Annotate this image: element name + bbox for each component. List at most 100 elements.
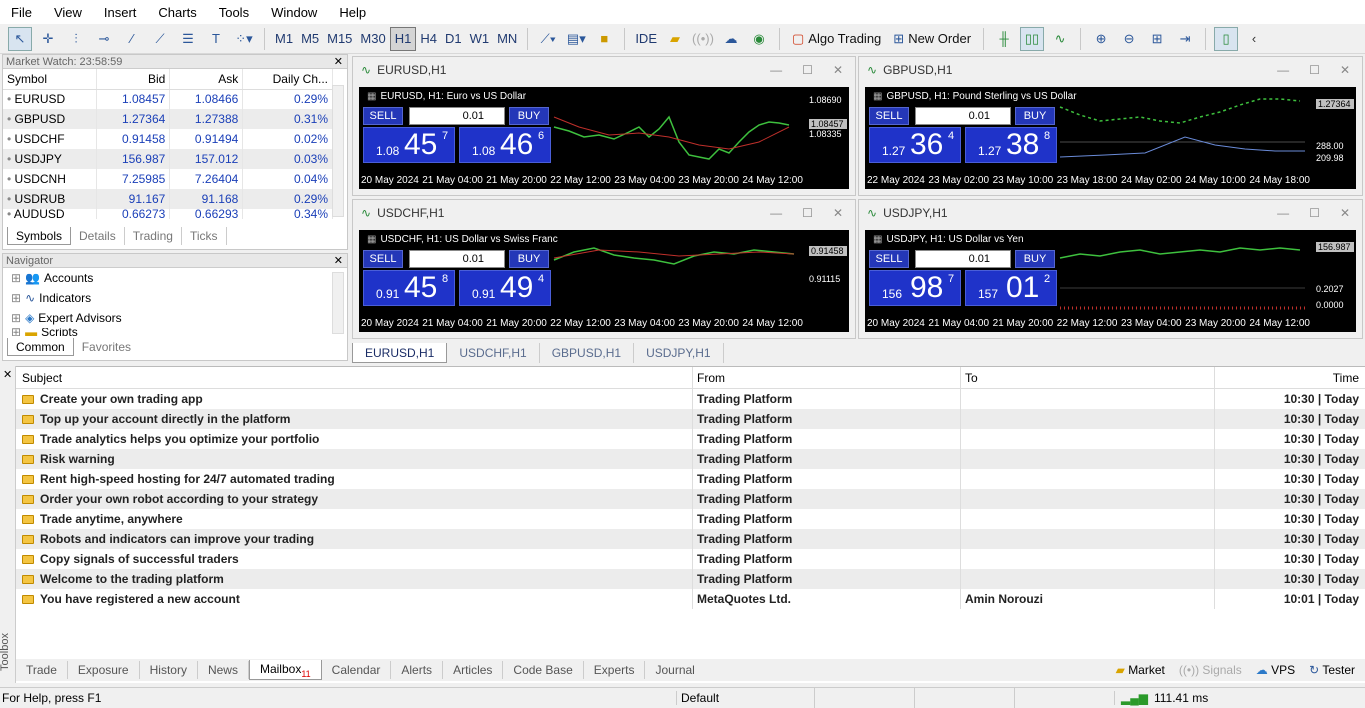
nav-expert-advisors[interactable]: ⊞ ◈ Expert Advisors — [3, 308, 347, 328]
col-to[interactable]: To — [960, 367, 1214, 388]
table-row[interactable]: • USDCHF 0.91458 0.91494 0.02% — [3, 129, 333, 149]
chart-shift-icon[interactable]: ⇥ — [1173, 27, 1197, 51]
tf-h4[interactable]: H4 — [416, 27, 441, 51]
minimize-icon[interactable]: — — [1277, 206, 1289, 220]
maximize-icon[interactable]: ☐ — [802, 63, 813, 77]
vps-icon[interactable]: ◉ — [747, 27, 771, 51]
table-row[interactable]: • USDJPY 156.987 157.012 0.03% — [3, 149, 333, 169]
line-chart-icon[interactable]: ∿ — [1048, 27, 1072, 51]
templates-icon[interactable]: ■ — [592, 27, 616, 51]
ask-price-box[interactable]: 1.08 46 6 — [459, 127, 551, 163]
tab-journal[interactable]: Journal — [645, 661, 704, 679]
sell-button[interactable]: SELL — [363, 250, 403, 268]
minimize-icon[interactable]: — — [770, 63, 782, 77]
bid-price-box[interactable]: 156 98 7 — [869, 270, 961, 306]
mail-row[interactable]: Robots and indicators can improve your t… — [16, 529, 1365, 549]
tf-m15[interactable]: M15 — [323, 27, 356, 51]
chart-canvas[interactable]: ▦ USDJPY, H1: US Dollar vs Yen SELL 0.01 … — [865, 230, 1356, 332]
maximize-icon[interactable]: ☐ — [802, 206, 813, 220]
chart-window-usdjpy[interactable]: ∿ USDJPY,H1 — ☐ ✕ ▦ USDJPY, H1: US Dollar vs … — [858, 199, 1363, 339]
tf-h1[interactable]: H1 — [389, 26, 417, 51]
tab-news[interactable]: News — [198, 661, 249, 679]
table-row[interactable]: • USDRUB 91.167 91.168 0.29% — [3, 189, 333, 209]
buy-button[interactable]: BUY — [509, 250, 549, 268]
maximize-icon[interactable]: ☐ — [1309, 63, 1320, 77]
ask-price-box[interactable]: 157 01 2 — [965, 270, 1057, 306]
tab-calendar[interactable]: Calendar — [322, 661, 392, 679]
signals-button[interactable]: ((•)) Signals — [1179, 663, 1242, 677]
maximize-icon[interactable]: ☐ — [1309, 206, 1320, 220]
tf-mn[interactable]: MN — [493, 27, 521, 51]
mail-row[interactable]: Create your own trading app Trading Platf… — [16, 389, 1365, 409]
shapes-icon[interactable]: ⁘▾ — [232, 27, 256, 51]
close-icon[interactable]: ✕ — [334, 254, 343, 267]
tab-trading[interactable]: Trading — [125, 227, 182, 245]
close-icon[interactable]: ✕ — [833, 63, 843, 77]
chart-canvas[interactable]: ▦ USDCHF, H1: US Dollar vs Swiss Franc SE… — [359, 230, 849, 332]
col-subject[interactable]: Subject — [16, 371, 692, 385]
menu-tools[interactable]: Tools — [208, 5, 260, 20]
bid-price-box[interactable]: 1.08 45 7 — [363, 127, 455, 163]
table-row[interactable]: • AUDUSD 0.66273 0.66293 0.34% — [3, 208, 333, 220]
menu-insert[interactable]: Insert — [93, 5, 148, 20]
menu-file[interactable]: File — [0, 5, 43, 20]
new-order-button[interactable]: ⊞ New Order — [887, 31, 977, 47]
close-icon[interactable]: ✕ — [1340, 63, 1350, 77]
lot-size-input[interactable]: 0.01 — [409, 107, 505, 125]
chart-tab[interactable]: USDCHF,H1 — [447, 343, 540, 363]
tab-code-base[interactable]: Code Base — [503, 661, 584, 679]
close-icon[interactable]: ✕ — [1340, 206, 1350, 220]
lot-size-input[interactable]: 0.01 — [915, 107, 1011, 125]
col-time[interactable]: Time — [1214, 367, 1365, 388]
channel-icon[interactable]: ⟋ — [148, 27, 172, 51]
expand-icon[interactable]: ⊞ — [11, 311, 21, 325]
mail-row[interactable]: Top up your account directly in the plat… — [16, 409, 1365, 429]
nav-indicators[interactable]: ⊞ ∿ Indicators — [3, 288, 347, 308]
mail-row[interactable]: Trade anytime, anywhere Trading Platform 1… — [16, 509, 1365, 529]
chart-tab[interactable]: USDJPY,H1 — [634, 343, 724, 363]
tab-common[interactable]: Common — [7, 338, 74, 356]
tf-w1[interactable]: W1 — [466, 27, 494, 51]
tab-symbols[interactable]: Symbols — [7, 227, 72, 245]
minimize-icon[interactable]: — — [770, 206, 782, 220]
tf-m1[interactable]: M1 — [271, 27, 297, 51]
mail-row[interactable]: Rent high-speed hosting for 24/7 automat… — [16, 469, 1365, 489]
col-symbol[interactable]: Symbol — [3, 69, 98, 90]
tab-mailbox[interactable]: Mailbox11 — [248, 660, 322, 680]
crosshair-icon[interactable]: ✛ — [36, 27, 60, 51]
expand-icon[interactable]: ⊞ — [11, 328, 21, 336]
tf-m5[interactable]: M5 — [297, 27, 323, 51]
tab-experts[interactable]: Experts — [584, 661, 646, 679]
market-bag-icon[interactable]: ▰ — [663, 27, 687, 51]
mail-row[interactable]: Risk warning Trading Platform 10:30 | Toda… — [16, 449, 1365, 469]
trendline-icon[interactable]: ⁄ — [120, 27, 144, 51]
cloud-icon[interactable]: ☁ — [719, 27, 743, 51]
ask-price-box[interactable]: 1.27 38 8 — [965, 127, 1057, 163]
bar-chart-icon[interactable]: ╫ — [992, 27, 1016, 51]
scrollbar[interactable] — [332, 272, 344, 334]
zoom-in-icon[interactable]: ⊕ — [1089, 27, 1113, 51]
mail-row[interactable]: Trade analytics helps you optimize your … — [16, 429, 1365, 449]
tile-windows-icon[interactable]: ⊞ — [1145, 27, 1169, 51]
fibonacci-icon[interactable]: ☰ — [176, 27, 200, 51]
tester-button[interactable]: ↻ Tester — [1309, 663, 1355, 677]
col-from[interactable]: From — [692, 367, 960, 388]
mail-row[interactable]: You have registered a new account MetaQuo… — [16, 589, 1365, 609]
expand-icon[interactable]: ⊞ — [11, 291, 21, 305]
chart-tab[interactable]: GBPUSD,H1 — [540, 343, 635, 363]
minimize-icon[interactable]: — — [1277, 63, 1289, 77]
tab-ticks[interactable]: Ticks — [182, 227, 227, 245]
text-icon[interactable]: T — [204, 27, 228, 51]
table-row[interactable]: • USDCNH 7.25985 7.26404 0.04% — [3, 169, 333, 189]
tab-exposure[interactable]: Exposure — [68, 661, 140, 679]
menu-view[interactable]: View — [43, 5, 93, 20]
tab-articles[interactable]: Articles — [443, 661, 504, 679]
horizontal-line-icon[interactable]: ⊸ — [92, 27, 116, 51]
chart-window-gbpusd[interactable]: ∿ GBPUSD,H1 — ☐ ✕ ▦ GBPUSD, H1: Pound Sterlin… — [858, 56, 1363, 196]
col-bid[interactable]: Bid — [96, 69, 171, 90]
chart-tab[interactable]: EURUSD,H1 — [352, 343, 448, 363]
menu-charts[interactable]: Charts — [147, 5, 207, 20]
chart-window-eurusd[interactable]: ∿ EURUSD,H1 — ☐ ✕ ▦ EURUSD, H1: Euro vs US Do… — [352, 56, 856, 196]
menu-window[interactable]: Window — [260, 5, 328, 20]
col-daily-change[interactable]: Daily Ch... — [242, 69, 333, 90]
